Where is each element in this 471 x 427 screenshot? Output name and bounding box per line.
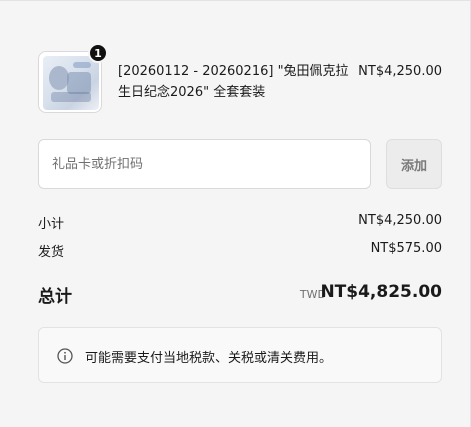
total-row: 总计 TWD NT$4,825.00 (38, 282, 442, 308)
subtotal-value: NT$4,250.00 (358, 213, 442, 228)
shipping-row: 发货 NT$575.00 (38, 241, 442, 261)
shipping-value: NT$575.00 (370, 241, 442, 256)
total-label: 总计 (38, 287, 72, 307)
product-image (43, 56, 99, 110)
tax-notice: 可能需要支付当地税款、关税或清关费用。 (38, 327, 442, 383)
product-price: NT$4,250.00 (358, 64, 442, 79)
subtotal-label: 小计 (38, 217, 65, 232)
product-title: [20260112 - 20260216] "兔田佩克拉生日纪念2026" 全套… (118, 64, 349, 100)
apply-discount-button[interactable]: 添加 (386, 139, 442, 189)
quantity-badge: 1 (88, 43, 108, 63)
shipping-label: 发货 (38, 245, 65, 260)
subtotal-row: 小计 NT$4,250.00 (38, 213, 442, 233)
info-icon (57, 348, 73, 364)
order-summary-panel: 1 [20260112 - 20260216] "兔田佩克拉生日纪念2026" … (0, 0, 471, 427)
total-value: NT$4,825.00 (320, 282, 442, 302)
discount-code-input[interactable] (38, 139, 371, 189)
tax-notice-text: 可能需要支付当地税款、关税或清关费用。 (85, 351, 333, 366)
line-item: 1 [20260112 - 20260216] "兔田佩克拉生日纪念2026" … (38, 43, 442, 113)
